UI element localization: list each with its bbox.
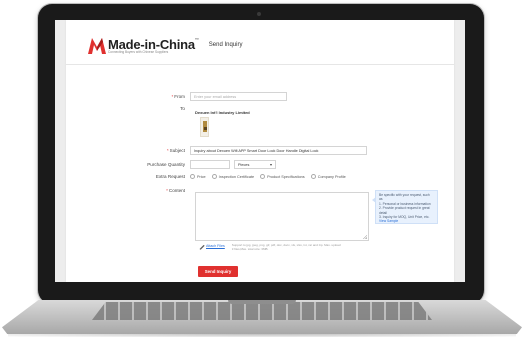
extra-request-row: Extra Request Price Inspection Certifica…	[66, 174, 352, 179]
from-email-input[interactable]	[190, 92, 287, 101]
radio-price[interactable]	[190, 174, 195, 179]
quantity-row: Purchase Quantity Pieces	[66, 160, 276, 169]
chevron-down-icon	[270, 163, 272, 166]
inquiry-page: Made-in-China™ Connecting Buyers with Ch…	[66, 20, 454, 282]
made-in-china-logo-icon[interactable]	[88, 38, 106, 54]
attach-note: Support to jpg, jpeg, png, gif, pdf, doc…	[231, 243, 341, 251]
to-row: To	[66, 106, 190, 111]
header-divider	[66, 64, 454, 65]
radio-product-specifications[interactable]	[260, 174, 266, 179]
logo-tagline: Connecting Buyers with Chinese Suppliers	[108, 50, 169, 54]
subject-label: *Subject	[166, 148, 185, 153]
quantity-input[interactable]	[190, 160, 230, 169]
content-textarea[interactable]	[195, 192, 369, 241]
to-label: To	[180, 106, 185, 111]
laptop-screen: Made-in-China™ Connecting Buyers with Ch…	[55, 20, 465, 282]
product-thumbnail	[200, 117, 209, 137]
recipient-company: Dexuen Int'l Industry Limited	[195, 110, 250, 115]
content-row: *Content	[66, 188, 190, 193]
page-header: Made-in-China™ Connecting Buyers with Ch…	[88, 34, 242, 58]
radio-inspection-certificate[interactable]	[211, 174, 217, 179]
extra-option-product-specifications[interactable]: Product Specifications	[260, 174, 305, 179]
view-sample-link[interactable]: View Sample	[379, 219, 434, 223]
laptop-keyboard	[92, 302, 432, 320]
unit-select-value: Pieces	[238, 162, 250, 167]
extra-option-inspection-certificate[interactable]: Inspection Certificate	[211, 174, 254, 179]
unit-select[interactable]: Pieces	[234, 160, 276, 169]
radio-company-profile[interactable]	[310, 174, 316, 179]
to-recipient: Dexuen Int'l Industry Limited	[195, 110, 250, 137]
from-label: *From	[171, 94, 185, 99]
subject-row: *Subject	[66, 146, 367, 155]
paperclip-icon[interactable]	[199, 244, 205, 250]
laptop-notch	[228, 300, 296, 304]
content-tip: Be specific with your request, such as 1…	[372, 190, 438, 224]
quantity-label: Purchase Quantity	[147, 162, 185, 167]
page-title: Send Inquiry	[208, 42, 243, 48]
extra-option-company-profile[interactable]: Company Profile	[310, 174, 346, 179]
send-inquiry-button[interactable]: Send Inquiry	[198, 266, 238, 277]
from-row: *From	[66, 92, 287, 101]
extra-request-label: Extra Request	[155, 174, 185, 179]
subject-input[interactable]	[190, 146, 367, 155]
webcam-icon	[257, 12, 261, 16]
resize-handle-icon[interactable]	[363, 235, 367, 239]
extra-option-price[interactable]: Price	[190, 174, 206, 179]
content-label: *Content	[166, 188, 185, 193]
attach-row: Attach Files Support to jpg, jpeg, png, …	[199, 243, 342, 251]
attach-files-link[interactable]: Attach Files	[206, 244, 225, 248]
